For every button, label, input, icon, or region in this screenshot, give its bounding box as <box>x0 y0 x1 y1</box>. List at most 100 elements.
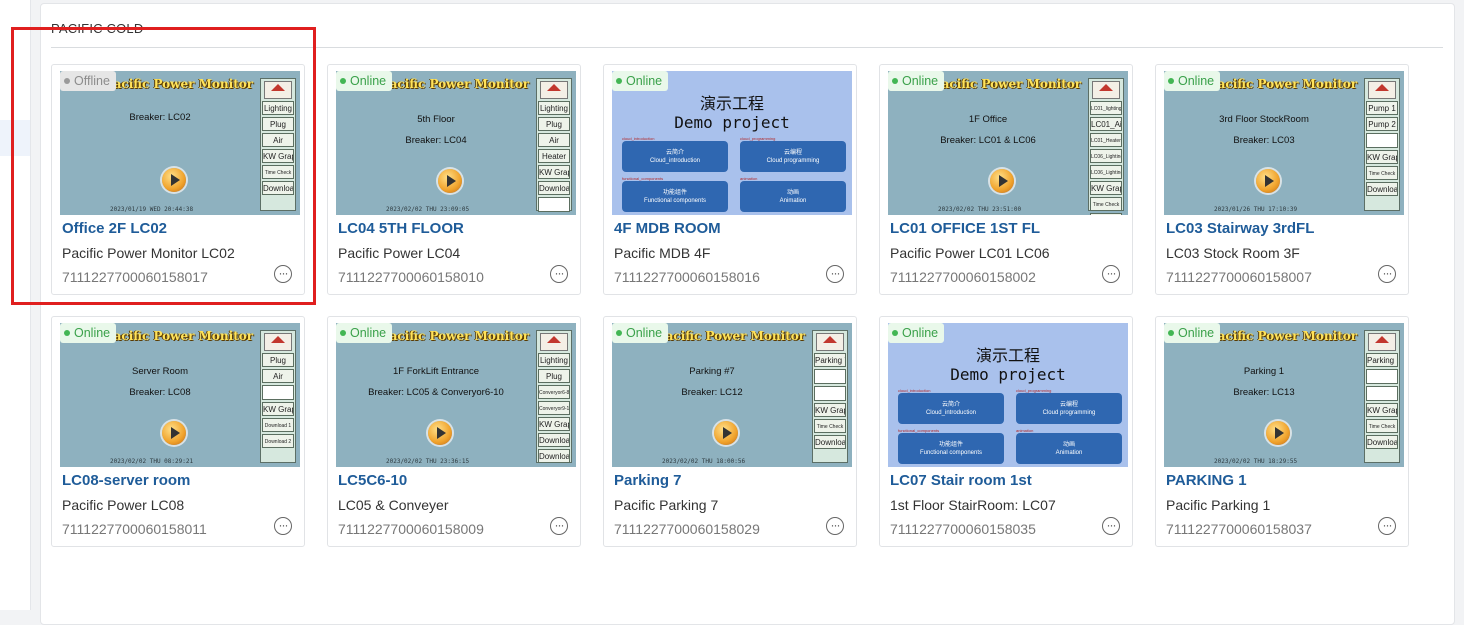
status-text: Online <box>902 74 939 88</box>
thumbnail-breaker: Breaker: LC05 & Converyor6-10 <box>368 387 504 398</box>
demo-box-subtitle: Cloud_introduction <box>925 410 977 416</box>
status-badge: Online <box>612 71 669 91</box>
control-button <box>262 385 294 400</box>
control-button: Heater <box>538 149 570 163</box>
control-button: Converyor6-8 <box>538 385 570 399</box>
control-button: KW Graph <box>814 403 846 417</box>
demo-box: 云简介 Cloud_introduction <box>622 141 728 172</box>
demo-box-title: 动画 <box>1062 442 1075 448</box>
more-options-button[interactable]: ··· <box>1102 517 1120 535</box>
thumbnail-breaker: Breaker: LC03 <box>1233 135 1295 146</box>
device-name[interactable]: 4F MDB ROOM <box>614 220 721 237</box>
device-thumbnail[interactable]: JWDPacific Power Monitor5th FloorBreaker… <box>336 71 576 215</box>
home-icon <box>1368 81 1396 99</box>
thumbnail-location: Parking 1 <box>1243 366 1285 377</box>
status-text: Online <box>350 74 387 88</box>
more-options-button[interactable]: ··· <box>550 517 568 535</box>
device-thumbnail[interactable]: JWDPacific Power MonitorParking #7Breake… <box>612 323 852 467</box>
thumbnail-location: Server Room <box>132 366 188 377</box>
control-panel: Parking 7 KW Graph Time Check Download <box>812 330 848 463</box>
thumbnail-title: Pacific Power Monitor <box>104 329 254 343</box>
thumbnail-location: 1F ForkLift Entrance <box>392 366 480 377</box>
device-serial: 7111227700060158002 <box>890 269 1036 285</box>
device-description: Pacific Parking 7 <box>614 497 719 513</box>
device-card[interactable]: 演示工程 Demo project cloud_introduction 云简介 Clo… <box>879 316 1133 547</box>
control-button: Download <box>538 433 570 447</box>
control-button: Air <box>262 369 294 383</box>
control-button: Time Check <box>1366 166 1398 180</box>
device-card[interactable]: JWDPacific Power MonitorServer RoomBreak… <box>51 316 305 547</box>
control-button: KW Graph <box>262 402 294 416</box>
device-thumbnail[interactable]: 演示工程 Demo project cloud_introduction 云简介 Clo… <box>612 71 852 215</box>
device-card[interactable]: JWDPacific Power MonitorParking 1Breaker… <box>1155 316 1409 547</box>
device-card[interactable]: JWDPacific Power Monitor1F OfficeBreaker… <box>879 64 1133 295</box>
thumbnail-location: 1F Office <box>968 114 1008 125</box>
control-button: Download <box>1090 213 1122 215</box>
demo-box: 云简介 Cloud_introduction <box>898 393 1004 424</box>
device-name[interactable]: LC01 OFFICE 1ST FL <box>890 220 1040 237</box>
status-dot-icon <box>892 330 898 336</box>
thumbnail-breaker: Breaker: LC01 & LC06 <box>940 135 1036 146</box>
control-button: Air <box>538 133 570 147</box>
device-name[interactable]: LC08-server room <box>62 472 190 489</box>
device-card[interactable]: 演示工程 Demo project cloud_introduction 云简介 Clo… <box>603 64 857 295</box>
demo-box-subtitle: Functional components <box>919 450 983 456</box>
device-card[interactable]: JWDPacific Power Monitor1F ForkLift Entr… <box>327 316 581 547</box>
status-dot-icon <box>616 78 622 84</box>
status-badge: Online <box>1164 71 1221 91</box>
control-button: Plug <box>538 369 570 383</box>
demo-box: 功能组件 Functional components <box>898 433 1004 464</box>
more-options-button[interactable]: ··· <box>1378 265 1396 283</box>
status-text: Online <box>626 74 663 88</box>
thumbnail-title: Pacific Power Monitor <box>932 77 1082 91</box>
control-button: LC01_Air <box>1090 117 1122 131</box>
device-thumbnail[interactable]: JWDPacific Power MonitorParking 1Breaker… <box>1164 323 1404 467</box>
more-options-button[interactable]: ··· <box>1102 265 1120 283</box>
device-name[interactable]: LC03 Stairway 3rdFL <box>1166 220 1314 237</box>
home-icon <box>264 333 292 351</box>
more-options-button[interactable]: ··· <box>1378 517 1396 535</box>
demo-box-title: 动画 <box>786 190 799 196</box>
device-thumbnail[interactable]: JWDPacific Power MonitorServer RoomBreak… <box>60 323 300 467</box>
control-button <box>1366 386 1398 401</box>
device-name[interactable]: PARKING 1 <box>1166 472 1247 489</box>
device-description: Pacific Power LC08 <box>62 497 185 513</box>
status-badge: Online <box>888 71 945 91</box>
device-name[interactable]: Parking 7 <box>614 472 682 489</box>
device-card[interactable]: JWDPacific Power Monitor3rd Floor StockR… <box>1155 64 1409 295</box>
control-panel: Lighting Plug Converyor6-8 Converyor9-10 KW … <box>536 330 572 463</box>
device-thumbnail[interactable]: JWDPacific Power Monitor3rd Floor StockR… <box>1164 71 1404 215</box>
home-icon <box>1368 333 1396 351</box>
control-button: Pump 2 <box>1366 117 1398 131</box>
control-panel: Parking 1 KW Graph Time Check Download <box>1364 330 1400 463</box>
device-serial: 7111227700060158007 <box>1166 269 1312 285</box>
control-panel: Pump 1 Pump 2 KW Graph Time Check Download <box>1364 78 1400 211</box>
demo-box-subtitle: Cloud_introduction <box>649 158 701 164</box>
device-thumbnail[interactable]: 演示工程 Demo project cloud_introduction 云简介 Clo… <box>888 323 1128 467</box>
device-name[interactable]: LC07 Stair room 1st <box>890 472 1032 489</box>
demo-box-subtitle: Cloud programming <box>1042 410 1096 416</box>
control-button: Plug <box>262 353 294 367</box>
status-text: Online <box>626 326 663 340</box>
device-thumbnail[interactable]: JWDPacific Power Monitor1F OfficeBreaker… <box>888 71 1128 215</box>
more-options-button[interactable]: ··· <box>274 517 292 535</box>
device-thumbnail[interactable]: JWDPacific Power Monitor1F ForkLift Entr… <box>336 323 576 467</box>
control-button: Time Check <box>1366 419 1398 433</box>
device-description: LC05 & Conveyer <box>338 497 449 513</box>
control-button: KW Graph <box>1366 150 1398 164</box>
thumbnail-timestamp: 2023/01/26 THU 17:10:39 <box>1214 206 1298 213</box>
more-options-button[interactable]: ··· <box>826 265 844 283</box>
control-button: Download <box>814 435 846 449</box>
more-options-button[interactable]: ··· <box>550 265 568 283</box>
control-button: Plug <box>538 117 570 131</box>
control-button <box>1366 369 1398 384</box>
device-name[interactable]: LC5C6-10 <box>338 472 407 489</box>
thumbnail-timestamp: 2023/02/02 THU 18:29:55 <box>1214 458 1298 465</box>
device-card[interactable]: JWDPacific Power MonitorParking #7Breake… <box>603 316 857 547</box>
demo-box-title: 云编程 <box>783 150 802 156</box>
device-name[interactable]: LC04 5TH FLOOR <box>338 220 464 237</box>
device-card[interactable]: JWDPacific Power Monitor5th FloorBreaker… <box>327 64 581 295</box>
play-icon <box>714 421 738 445</box>
status-dot-icon <box>892 78 898 84</box>
more-options-button[interactable]: ··· <box>826 517 844 535</box>
